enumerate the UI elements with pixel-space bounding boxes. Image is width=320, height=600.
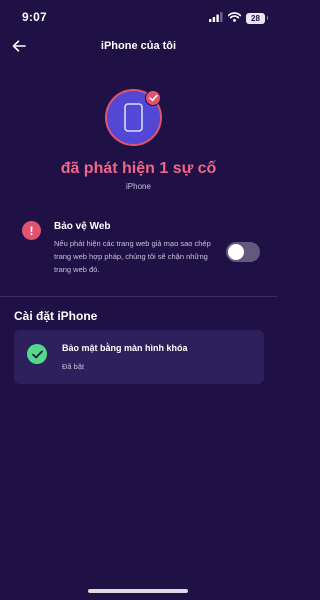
device-status-badge: [107, 90, 162, 146]
nav-bar: iPhone của tôi: [0, 34, 277, 60]
web-protection-description: Nếu phát hiện các trang web giả mạo sao …: [54, 239, 211, 274]
alert-exclamation-icon: !: [22, 221, 41, 240]
status-time: 9:07: [22, 10, 47, 24]
wifi-icon: [227, 9, 242, 27]
device-name: iPhone: [126, 182, 151, 191]
checkmark-icon: [145, 90, 161, 106]
web-protection-title: Bảo vệ Web: [54, 221, 111, 232]
page-title: iPhone của tôi: [100, 40, 177, 52]
checkmark-circle-icon: [27, 344, 47, 364]
home-indicator: [88, 589, 188, 593]
section-title: Cài đặt iPhone: [14, 309, 98, 323]
lock-screen-security-card[interactable]: Bảo mật bằng màn hình khóa Đã bật: [14, 330, 264, 384]
cellular-signal-icon: [209, 9, 223, 27]
divider: [0, 296, 277, 297]
lock-screen-security-title: Bảo mật bằng màn hình khóa: [62, 343, 188, 353]
battery-icon: 28: [246, 12, 268, 24]
status-bar: 9:07 28: [0, 0, 277, 34]
lock-screen-security-status: Đã bật: [62, 362, 85, 371]
web-protection-toggle[interactable]: [226, 242, 260, 262]
toggle-knob: [228, 244, 244, 260]
issue-count-title: đã phát hiện 1 sự cố: [60, 160, 217, 177]
status-icons: 28: [209, 9, 268, 27]
